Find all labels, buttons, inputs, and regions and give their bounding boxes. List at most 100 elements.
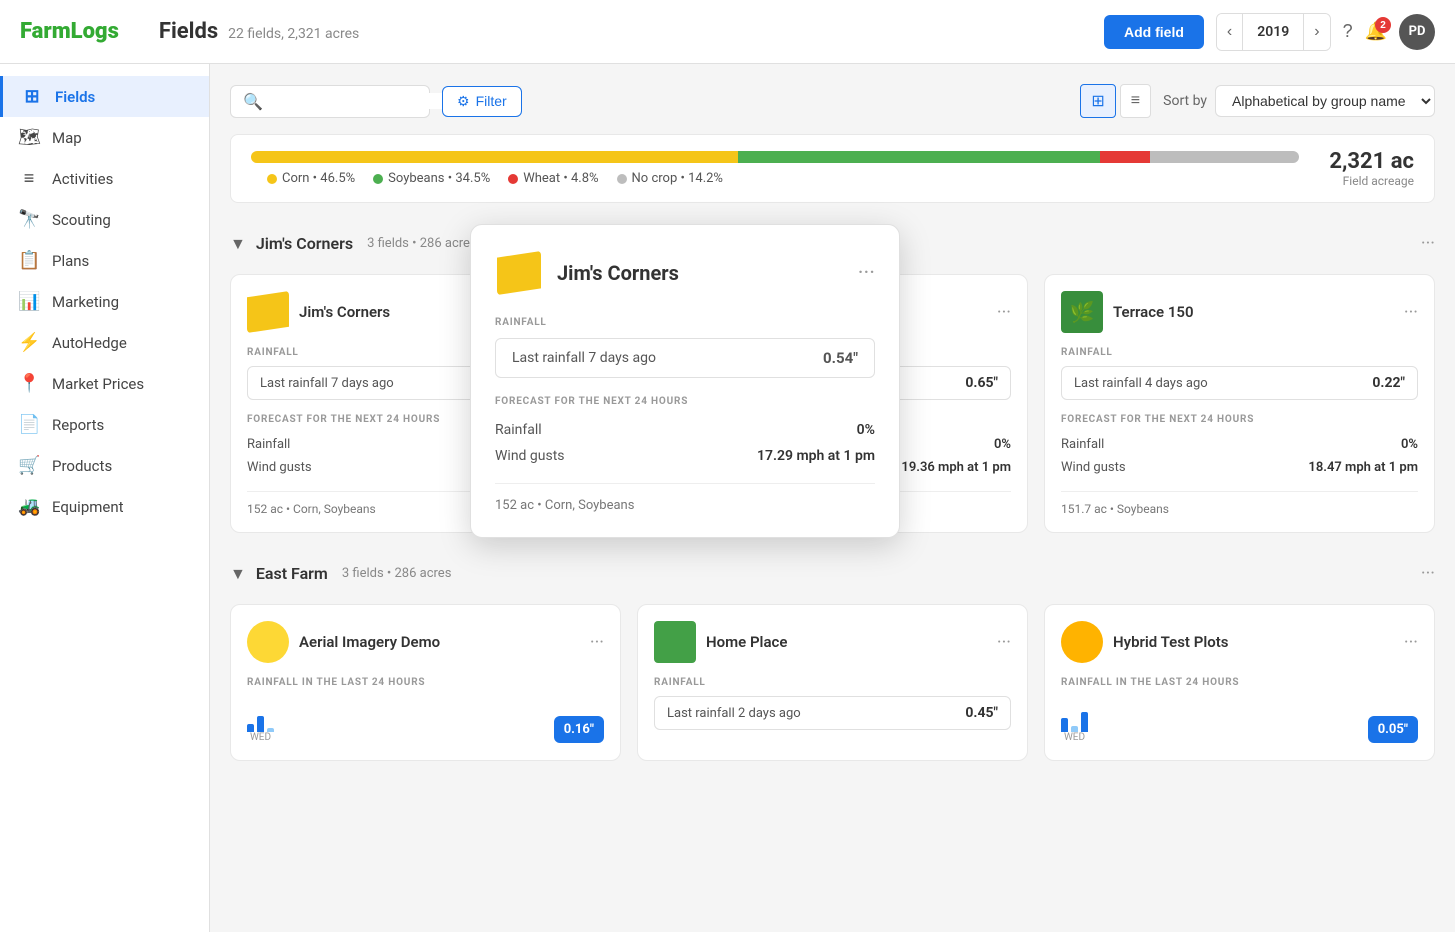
hybrid-rainfall-badge: 0.05" bbox=[1368, 716, 1418, 743]
activities-icon: ≡ bbox=[18, 168, 40, 189]
group-more-east-icon[interactable]: ··· bbox=[1421, 563, 1435, 584]
legend: Corn • 46.5% Soybeans • 34.5% Wheat • 4.… bbox=[267, 171, 1299, 186]
aerial-chart-label: WED bbox=[250, 732, 271, 743]
home-rainfall-value: 0.45" bbox=[965, 705, 998, 721]
sidebar-item-autohedge[interactable]: ⚡ AutoHedge bbox=[0, 322, 209, 363]
group-name-east: East Farm bbox=[256, 564, 328, 583]
sidebar-item-products[interactable]: 🛒 Products bbox=[0, 445, 209, 486]
filter-label: Filter bbox=[476, 93, 507, 109]
popup-rainfall-value: 0.54" bbox=[823, 349, 858, 367]
acreage-bar-section: Corn • 46.5% Soybeans • 34.5% Wheat • 4.… bbox=[230, 134, 1435, 203]
hybrid-more-icon[interactable]: ··· bbox=[1404, 632, 1418, 653]
popup-more-icon[interactable]: ··· bbox=[858, 261, 875, 286]
hbar3 bbox=[1081, 712, 1088, 732]
terrace-rainfall-text: Last rainfall 4 days ago bbox=[1074, 376, 1208, 391]
legend-nocrop: No crop • 14.2% bbox=[617, 171, 723, 186]
terrace-footer: 151.7 ac • Soybeans bbox=[1061, 502, 1418, 516]
grid-view-button[interactable]: ⊞ bbox=[1080, 84, 1115, 118]
home-field-name: Home Place bbox=[706, 633, 987, 651]
popup-forecast-section-label: FORECAST FOR THE NEXT 24 HOURS bbox=[495, 396, 875, 407]
add-field-button[interactable]: Add field bbox=[1104, 15, 1204, 49]
avatar[interactable]: PD bbox=[1399, 14, 1435, 50]
acreage-total: 2,321 ac bbox=[1329, 149, 1414, 174]
nocrop-segment bbox=[1150, 151, 1300, 163]
sidebar-item-market-prices[interactable]: 📍 Market Prices bbox=[0, 363, 209, 404]
search-box: 🔍 bbox=[230, 85, 430, 118]
aerial-more-icon[interactable]: ··· bbox=[590, 632, 604, 653]
acreage-summary: 2,321 ac Field acreage bbox=[1329, 149, 1414, 188]
sort-by-label: Sort by bbox=[1163, 93, 1207, 109]
sidebar-item-map[interactable]: 🗺 Map bbox=[0, 117, 209, 158]
sidebar-item-market-prices-label: Market Prices bbox=[52, 375, 144, 393]
market-prices-icon: 📍 bbox=[18, 373, 40, 394]
list-view-button[interactable]: ≡ bbox=[1120, 84, 1151, 118]
nocrop-dot bbox=[617, 174, 627, 184]
home-more-icon[interactable]: ··· bbox=[997, 632, 1011, 653]
group-chevron-icon: ▼ bbox=[230, 234, 246, 254]
aerial-rainfall-badge: 0.16" bbox=[554, 716, 604, 743]
logo: FarmLogs bbox=[20, 19, 119, 44]
soybeans-segment bbox=[738, 151, 1100, 163]
popup-rainfall-section-label: RAINFALL bbox=[495, 317, 875, 328]
filter-button[interactable]: ⚙ Filter bbox=[442, 86, 522, 117]
terrace-forecast-rainfall-val: 0% bbox=[1401, 437, 1418, 452]
equipment-icon: 🚜 bbox=[18, 496, 40, 517]
sidebar-item-fields[interactable]: ⊞ Fields bbox=[0, 76, 209, 117]
popup-icon bbox=[495, 249, 543, 297]
sort-select[interactable]: Alphabetical by group name bbox=[1215, 85, 1435, 117]
hbar1 bbox=[1061, 718, 1068, 732]
group-header-east[interactable]: ▼ East Farm 3 fields • 286 acres ··· bbox=[230, 553, 1435, 594]
terrace-forecast: FORECAST FOR THE NEXT 24 HOURS Rainfall … bbox=[1061, 414, 1418, 479]
nettys-more-icon[interactable]: ··· bbox=[997, 302, 1011, 323]
popup-forecast-wind-row: Wind gusts 17.29 mph at 1 pm bbox=[495, 443, 875, 469]
app-container: FarmLogs Fields 22 fields, 2,321 acres A… bbox=[0, 0, 1455, 932]
terrace-rainfall-value: 0.22" bbox=[1372, 375, 1405, 391]
sidebar-item-equipment[interactable]: 🚜 Equipment bbox=[0, 486, 209, 527]
notification-button[interactable]: 🔔 2 bbox=[1365, 21, 1387, 42]
page-subtitle: 22 fields, 2,321 acres bbox=[228, 26, 359, 42]
hybrid-field-icon bbox=[1061, 621, 1103, 663]
sidebar-item-marketing[interactable]: 📊 Marketing bbox=[0, 281, 209, 322]
terrace-rainfall-row: Last rainfall 4 days ago 0.22" bbox=[1061, 366, 1418, 400]
jims-forecast-rainfall-label: Rainfall bbox=[247, 437, 290, 452]
group-more-icon[interactable]: ··· bbox=[1421, 233, 1435, 254]
sidebar-item-reports[interactable]: 📄 Reports bbox=[0, 404, 209, 445]
popup-rainfall-row: Last rainfall 7 days ago 0.54" bbox=[495, 338, 875, 378]
reports-icon: 📄 bbox=[18, 414, 40, 435]
field-card-aerial: Aerial Imagery Demo ··· RAINFALL IN THE … bbox=[230, 604, 621, 761]
acreage-bar bbox=[251, 151, 1299, 163]
year-display: 2019 bbox=[1242, 13, 1304, 51]
popup-rainfall-text: Last rainfall 7 days ago bbox=[512, 350, 656, 366]
terrace-more-icon[interactable]: ··· bbox=[1404, 302, 1418, 323]
home-field-icon bbox=[654, 621, 696, 663]
popup-divider bbox=[495, 483, 875, 484]
field-card-hybrid: Hybrid Test Plots ··· RAINFALL IN THE LA… bbox=[1044, 604, 1435, 761]
plans-icon: 📋 bbox=[18, 250, 40, 271]
bar1 bbox=[247, 724, 254, 732]
help-button[interactable]: ? bbox=[1343, 21, 1353, 42]
corn-segment bbox=[251, 151, 738, 163]
legend-wheat: Wheat • 4.8% bbox=[508, 171, 598, 186]
year-next-button[interactable]: › bbox=[1304, 14, 1329, 50]
hybrid-rainfall-label: RAINFALL IN THE LAST 24 HOURS bbox=[1061, 677, 1418, 688]
hybrid-chart-label: WED bbox=[1064, 732, 1085, 743]
aerial-field-icon bbox=[247, 621, 289, 663]
sidebar-item-activities-label: Activities bbox=[52, 170, 113, 188]
sidebar-item-plans[interactable]: 📋 Plans bbox=[0, 240, 209, 281]
nocrop-legend-label: No crop • 14.2% bbox=[632, 171, 723, 186]
sidebar-item-fields-label: Fields bbox=[55, 88, 95, 106]
marketing-icon: 📊 bbox=[18, 291, 40, 312]
year-prev-button[interactable]: ‹ bbox=[1217, 14, 1242, 50]
group-east-farm: ▼ East Farm 3 fields • 286 acres ··· Aer… bbox=[230, 553, 1435, 761]
notification-badge: 2 bbox=[1375, 17, 1391, 33]
terrace-forecast-rainfall-label: Rainfall bbox=[1061, 437, 1104, 452]
aerial-rainfall-label: RAINFALL IN THE LAST 24 HOURS bbox=[247, 677, 604, 688]
sidebar-item-autohedge-label: AutoHedge bbox=[52, 334, 127, 352]
sidebar-item-scouting[interactable]: 🔭 Scouting bbox=[0, 199, 209, 240]
sidebar-item-activities[interactable]: ≡ Activities bbox=[0, 158, 209, 199]
sort-area: Sort by Alphabetical by group name bbox=[1163, 85, 1435, 117]
popup-forecast-rainfall-val: 0% bbox=[857, 422, 875, 438]
search-input[interactable] bbox=[271, 93, 452, 109]
card-header-terrace: 🌿 Terrace 150 ··· bbox=[1061, 291, 1418, 333]
aerial-field-name: Aerial Imagery Demo bbox=[299, 633, 580, 651]
